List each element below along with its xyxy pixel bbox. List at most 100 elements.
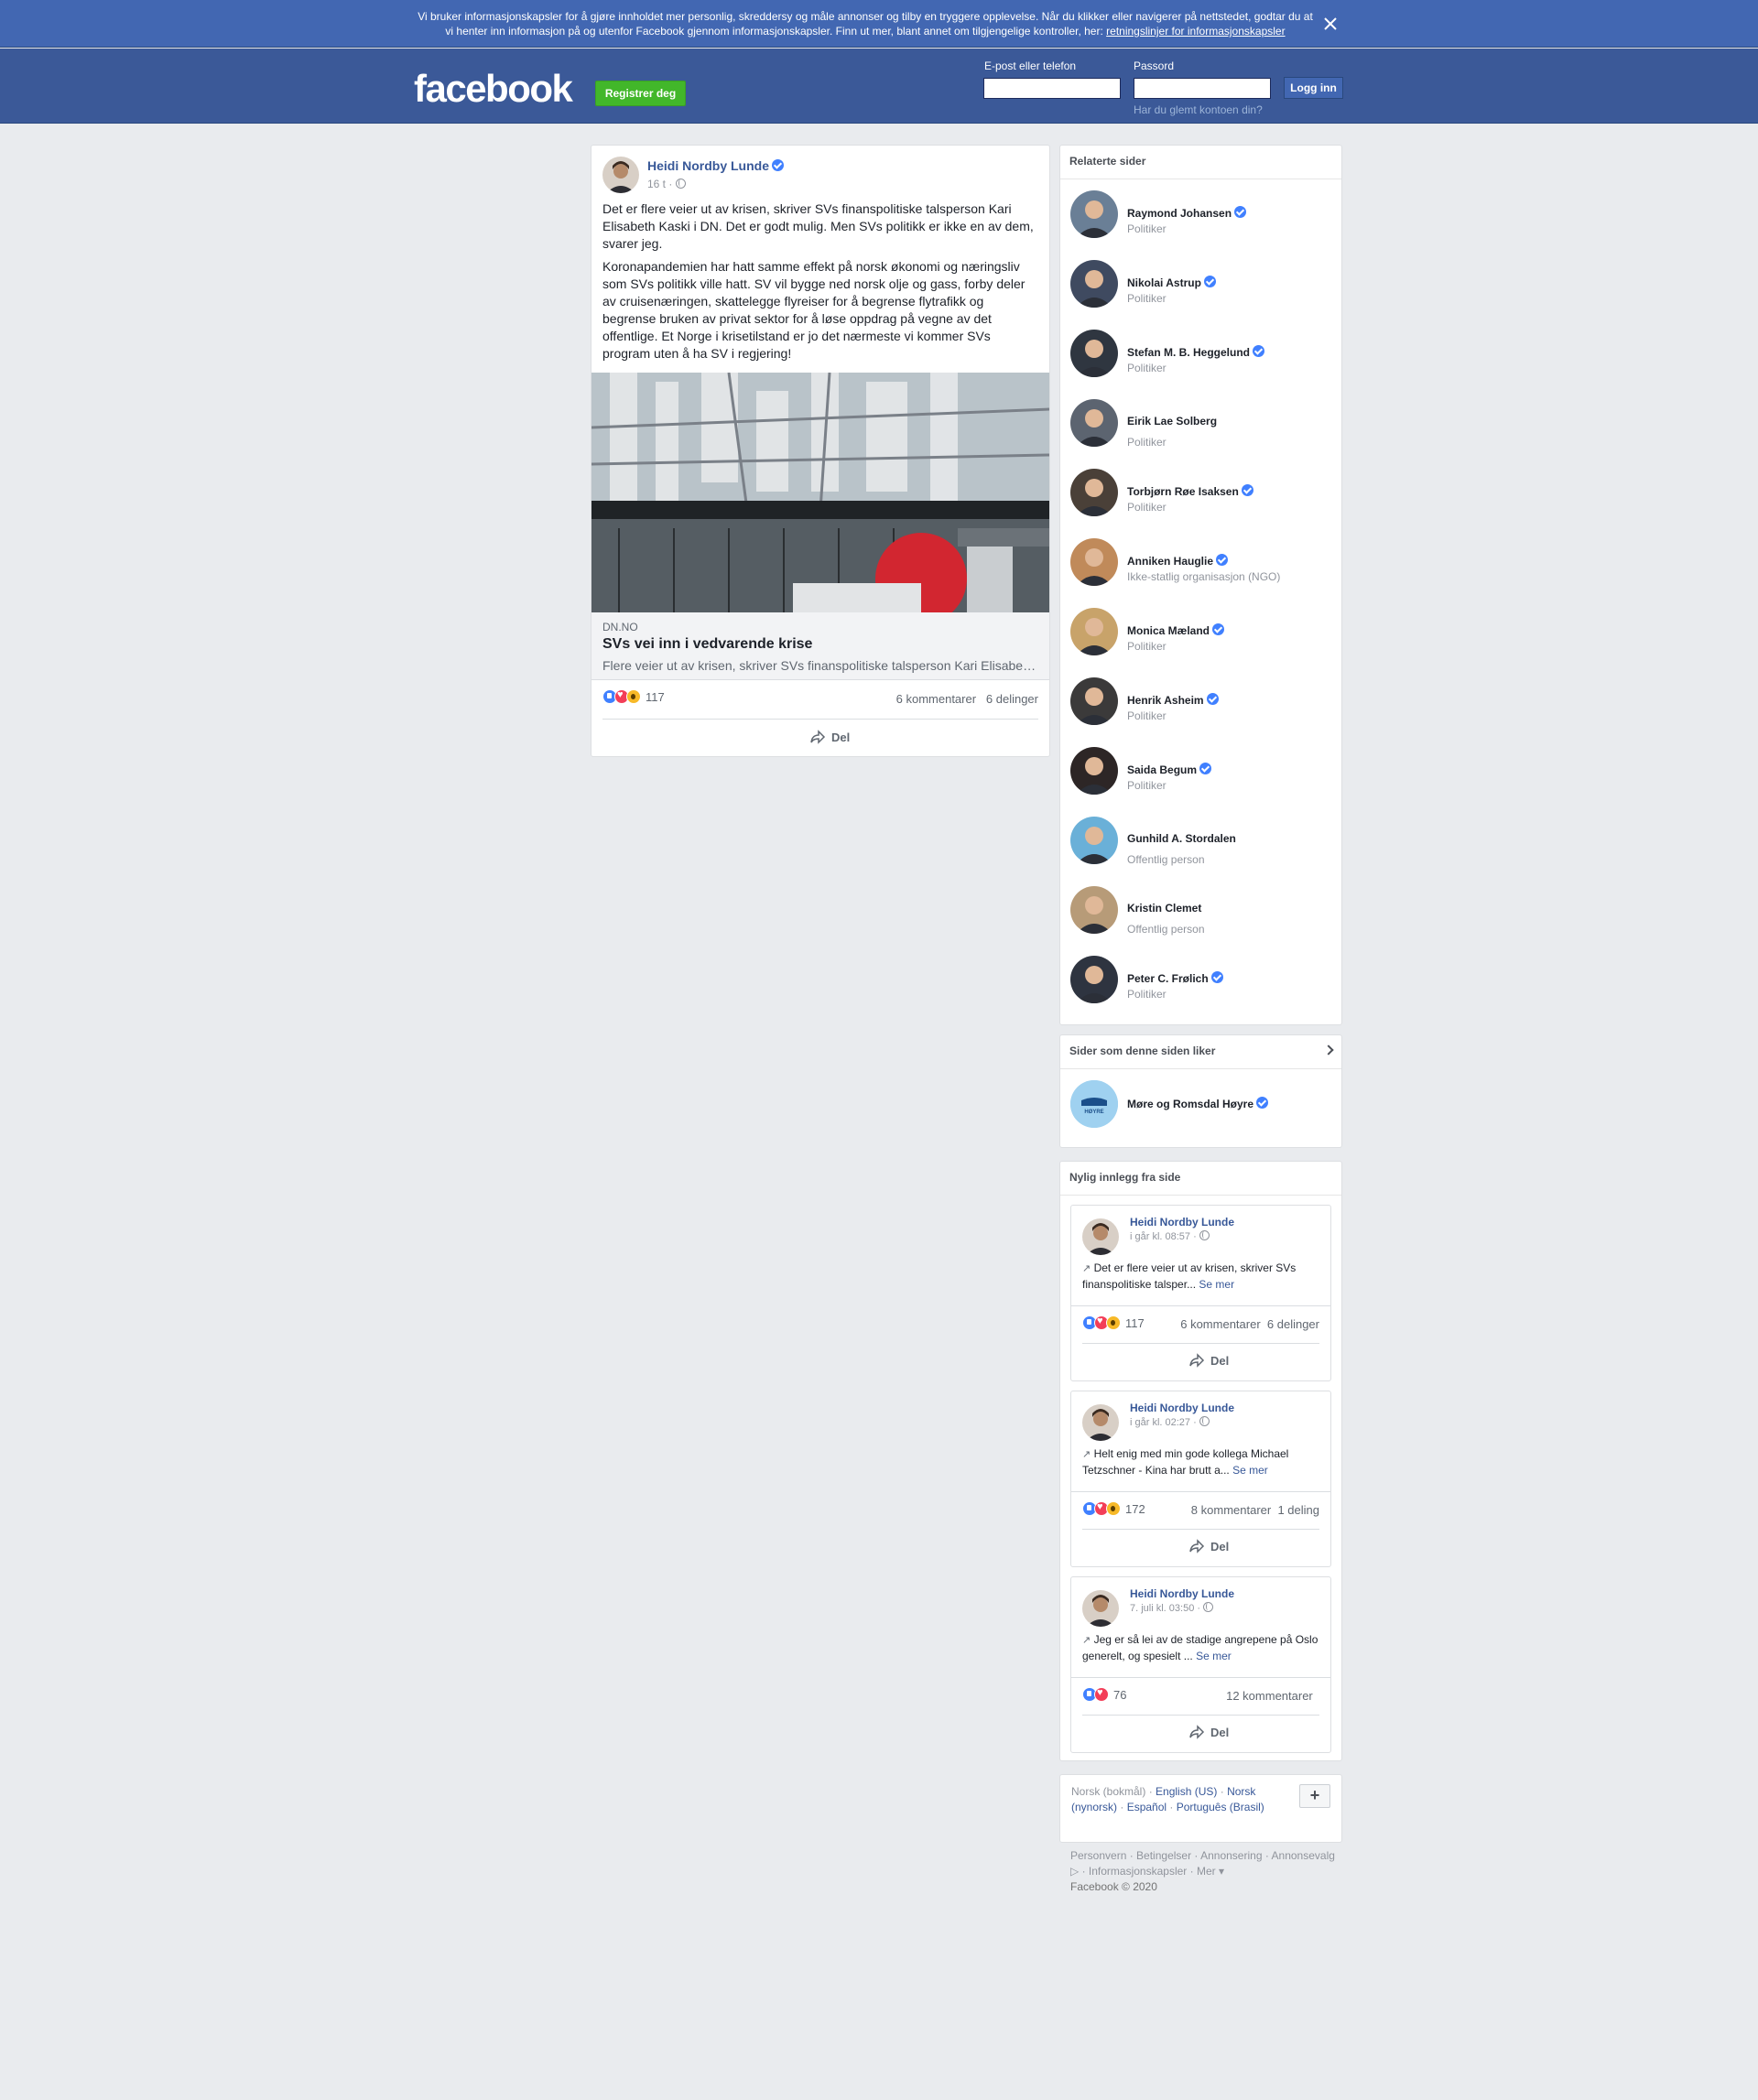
- more-og-romsdal-hoyre-logo[interactable]: HØYRE: [1070, 1080, 1118, 1128]
- related-page-item[interactable]: Nikolai Astrup Politiker: [1060, 249, 1341, 319]
- comments-count[interactable]: 6 kommentarer: [896, 692, 976, 706]
- reaction-summary[interactable]: 117: [602, 689, 665, 704]
- related-page-name[interactable]: Raymond Johansen: [1127, 206, 1247, 220]
- related-page-item[interactable]: Kristin Clemet Offentlig person: [1060, 875, 1341, 945]
- cookie-policy-link[interactable]: retningslinjer for informasjonskapsler: [1106, 25, 1285, 38]
- link-preview[interactable]: DN.NO SVs vei inn i vedvarende krise Fle…: [591, 612, 1049, 680]
- related-page-item[interactable]: Monica Mæland Politiker: [1060, 597, 1341, 666]
- author-avatar[interactable]: [1082, 1218, 1119, 1255]
- related-page-avatar[interactable]: [1070, 330, 1118, 377]
- related-page-avatar[interactable]: [1070, 399, 1118, 447]
- related-page-item[interactable]: Henrik Asheim Politiker: [1060, 666, 1341, 736]
- footer-link[interactable]: Annonsevalg: [1272, 1849, 1335, 1862]
- related-page-name[interactable]: Stefan M. B. Heggelund: [1127, 345, 1265, 359]
- register-button[interactable]: Registrer deg: [595, 81, 686, 106]
- post-timestamp[interactable]: 16 t ·: [647, 178, 686, 190]
- recent-post-time[interactable]: 7. juli kl. 03:50 ·: [1130, 1603, 1200, 1614]
- see-more-link[interactable]: Se mer: [1199, 1278, 1234, 1291]
- shares-count[interactable]: 1 deling: [1277, 1503, 1319, 1517]
- footer-link[interactable]: Informasjonskapsler: [1089, 1865, 1187, 1878]
- related-page-item[interactable]: Gunhild A. Stordalen Offentlig person: [1060, 806, 1341, 875]
- related-page-name[interactable]: Kristin Clemet: [1127, 902, 1201, 915]
- forgot-account-link[interactable]: Har du glemt kontoen din?: [1134, 103, 1263, 116]
- related-page-name[interactable]: Peter C. Frølich: [1127, 971, 1223, 985]
- facebook-logo[interactable]: facebook: [414, 67, 573, 111]
- author-avatar[interactable]: [602, 157, 639, 193]
- recent-post-timestamp[interactable]: 7. juli kl. 03:50 ·: [1130, 1602, 1214, 1614]
- post-author-name[interactable]: Heidi Nordby Lunde: [647, 158, 769, 173]
- share-button[interactable]: Del: [1188, 1725, 1229, 1739]
- chevron-right-icon[interactable]: [1323, 1045, 1334, 1055]
- link-preview-image[interactable]: [591, 373, 1049, 612]
- recent-post-author[interactable]: Heidi Nordby Lunde: [1130, 1587, 1234, 1600]
- email-field[interactable]: [983, 78, 1121, 99]
- share-button[interactable]: Del: [1188, 1539, 1229, 1553]
- related-page-item[interactable]: Raymond Johansen Politiker: [1060, 179, 1341, 249]
- related-page-item[interactable]: Torbjørn Røe Isaksen Politiker: [1060, 458, 1341, 527]
- comments-count[interactable]: 8 kommentarer: [1191, 1503, 1271, 1517]
- reaction-summary[interactable]: 172: [1082, 1501, 1145, 1516]
- post-time-text[interactable]: 16 t ·: [647, 178, 672, 190]
- link-title[interactable]: SVs vei inn i vedvarende krise: [602, 636, 812, 653]
- verified-icon: [1256, 1097, 1269, 1109]
- language-link[interactable]: English (US): [1156, 1785, 1217, 1798]
- related-page-name[interactable]: Saida Begum: [1127, 763, 1212, 776]
- liked-page-name-text[interactable]: Møre og Romsdal Høyre: [1127, 1098, 1253, 1110]
- share-button[interactable]: Del: [1188, 1353, 1229, 1368]
- footer-link[interactable]: Betingelser: [1136, 1849, 1191, 1862]
- recent-post-author[interactable]: Heidi Nordby Lunde: [1130, 1216, 1234, 1229]
- post-author[interactable]: Heidi Nordby Lunde: [647, 158, 784, 173]
- related-page-name[interactable]: Eirik Lae Solberg: [1127, 415, 1217, 428]
- related-page-item[interactable]: Eirik Lae Solberg Politiker: [1060, 388, 1341, 458]
- liked-pages-header[interactable]: Sider som denne siden liker: [1060, 1035, 1341, 1069]
- related-page-avatar[interactable]: [1070, 538, 1118, 586]
- see-more-link[interactable]: Se mer: [1232, 1464, 1268, 1477]
- close-icon[interactable]: [1319, 13, 1341, 35]
- footer-link[interactable]: Annonsering: [1200, 1849, 1262, 1862]
- recent-post-timestamp[interactable]: i går kl. 02:27 ·: [1130, 1416, 1210, 1428]
- related-page-item[interactable]: Saida Begum Politiker: [1060, 736, 1341, 806]
- related-page-avatar[interactable]: [1070, 677, 1118, 725]
- password-field[interactable]: [1134, 78, 1271, 99]
- login-button[interactable]: Logg inn: [1284, 77, 1343, 99]
- reaction-summary[interactable]: 117: [1082, 1315, 1145, 1330]
- related-page-avatar[interactable]: [1070, 817, 1118, 864]
- reaction-summary[interactable]: 76: [1082, 1687, 1126, 1702]
- related-page-name[interactable]: Henrik Asheim: [1127, 693, 1219, 707]
- related-page-item[interactable]: Anniken Hauglie Ikke-statlig organisasjon…: [1060, 527, 1341, 597]
- comments-count[interactable]: 12 kommentarer: [1226, 1689, 1313, 1703]
- related-page-name[interactable]: Nikolai Astrup: [1127, 276, 1216, 289]
- related-page-item[interactable]: Stefan M. B. Heggelund Politiker: [1060, 319, 1341, 388]
- related-page-name[interactable]: Torbjørn Røe Isaksen: [1127, 484, 1253, 498]
- related-page-name[interactable]: Gunhild A. Stordalen: [1127, 832, 1236, 845]
- recent-post-timestamp[interactable]: i går kl. 08:57 ·: [1130, 1230, 1210, 1242]
- related-page-avatar[interactable]: [1070, 260, 1118, 308]
- related-page-avatar[interactable]: [1070, 190, 1118, 238]
- more-languages-button[interactable]: +: [1299, 1784, 1330, 1808]
- see-more-link[interactable]: Se mer: [1196, 1650, 1232, 1662]
- related-page-avatar[interactable]: [1070, 608, 1118, 655]
- related-page-avatar[interactable]: [1070, 469, 1118, 516]
- language-link[interactable]: Português (Brasil): [1177, 1801, 1264, 1813]
- shares-count[interactable]: 6 delinger: [1267, 1317, 1319, 1331]
- language-link[interactable]: Español: [1127, 1801, 1167, 1813]
- share-label: Del: [831, 730, 851, 744]
- related-page-name[interactable]: Monica Mæland: [1127, 623, 1225, 637]
- related-page-name[interactable]: Anniken Hauglie: [1127, 554, 1229, 568]
- related-page-avatar[interactable]: [1070, 747, 1118, 795]
- related-page-avatar[interactable]: [1070, 886, 1118, 934]
- recent-post-author[interactable]: Heidi Nordby Lunde: [1130, 1402, 1234, 1414]
- related-page-category: Politiker: [1127, 292, 1167, 305]
- footer-link[interactable]: Mer: [1197, 1865, 1216, 1878]
- footer-link[interactable]: Personvern: [1070, 1849, 1126, 1862]
- comments-count[interactable]: 6 kommentarer: [1180, 1317, 1260, 1331]
- author-avatar[interactable]: [1082, 1404, 1119, 1441]
- related-page-avatar[interactable]: [1070, 956, 1118, 1003]
- liked-page-name[interactable]: Møre og Romsdal Høyre: [1127, 1097, 1269, 1110]
- share-button[interactable]: Del: [809, 730, 850, 744]
- recent-post-time[interactable]: i går kl. 02:27 ·: [1130, 1417, 1197, 1428]
- related-page-item[interactable]: Peter C. Frølich Politiker: [1060, 945, 1341, 1014]
- author-avatar[interactable]: [1082, 1590, 1119, 1627]
- recent-post-time[interactable]: i går kl. 08:57 ·: [1130, 1231, 1197, 1242]
- shares-count[interactable]: 6 delinger: [986, 692, 1038, 706]
